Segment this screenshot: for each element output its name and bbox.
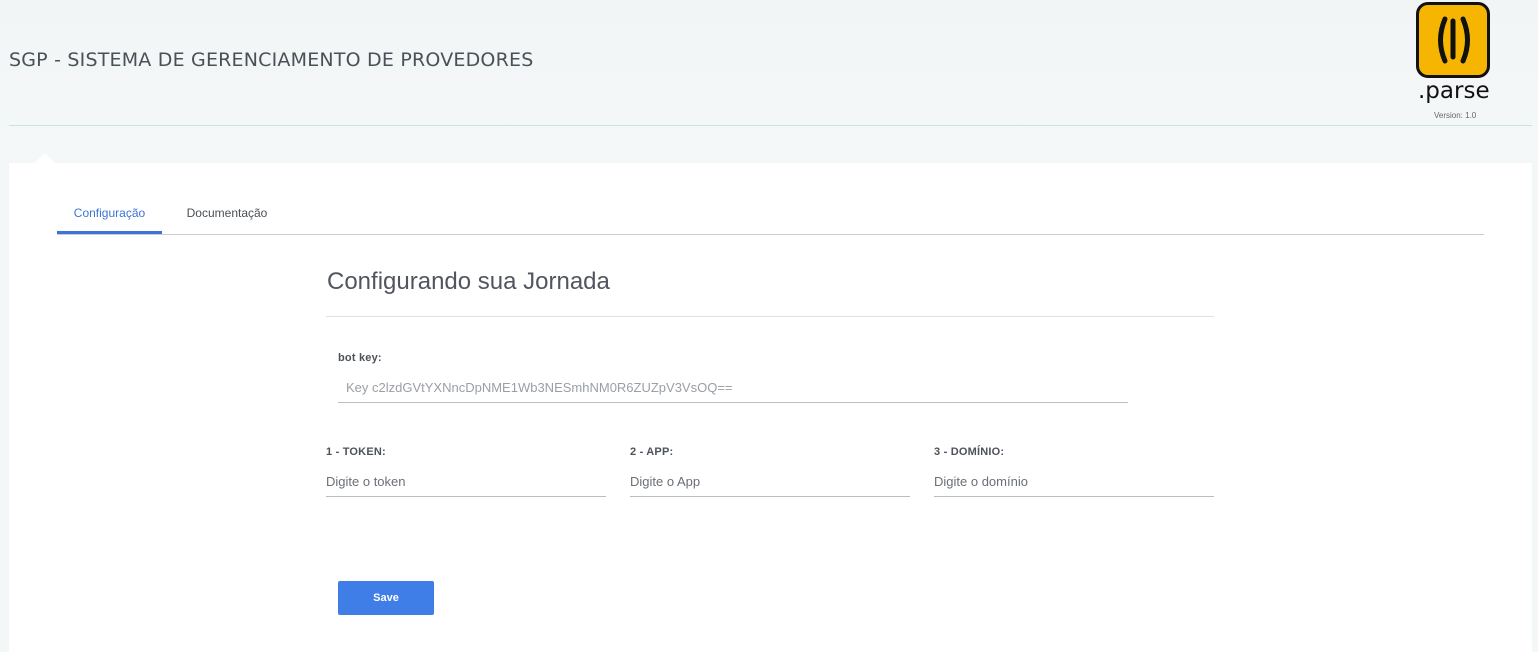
app-header: SGP - SISTEMA DE GERENCIAMENTO DE PROVED… — [0, 0, 1538, 160]
bot-key-field[interactable] — [338, 373, 1128, 403]
tab-bar: Configuração Documentação — [57, 196, 1484, 235]
page-title: Configurando sua Jornada — [327, 268, 610, 295]
token-label: 1 - TOKEN: — [326, 446, 386, 458]
app-title: SGP - SISTEMA DE GERENCIAMENTO DE PROVED… — [9, 49, 534, 71]
parse-logo: .parse — [1412, 2, 1500, 122]
parse-logo-icon — [1416, 2, 1490, 78]
app-label: 2 - APP: — [630, 446, 674, 458]
tab-configuracao[interactable]: Configuração — [57, 196, 162, 234]
token-field[interactable] — [326, 467, 606, 497]
title-divider — [326, 316, 1214, 317]
header-divider — [9, 125, 1532, 126]
domain-field[interactable] — [934, 467, 1214, 497]
app-field[interactable] — [630, 467, 910, 497]
domain-label: 3 - DOMÍNIO: — [934, 446, 1005, 458]
main-card — [9, 163, 1532, 652]
save-button[interactable]: Save — [338, 581, 434, 615]
version-label: Version: 1.0 — [1434, 111, 1477, 120]
bot-key-label: bot key: — [338, 352, 382, 364]
card-notch — [35, 153, 55, 163]
tab-documentacao[interactable]: Documentação — [170, 196, 284, 234]
logo-text: .parse — [1418, 78, 1490, 104]
